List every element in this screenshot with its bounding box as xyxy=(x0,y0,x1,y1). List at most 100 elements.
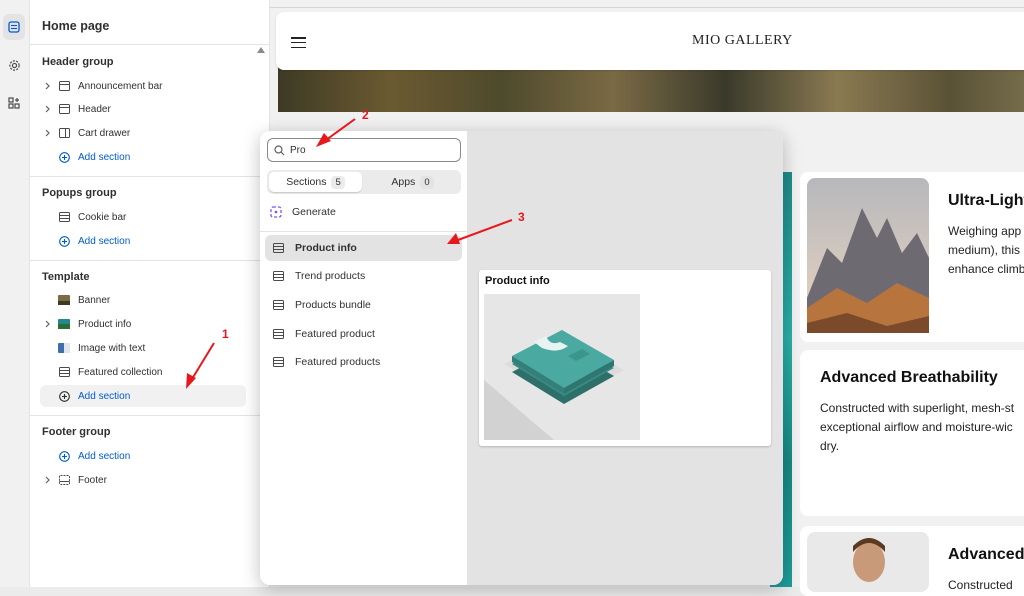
preview-top-border xyxy=(270,7,1024,8)
section-item-label: Product info xyxy=(78,318,132,330)
section-item-label: Image with text xyxy=(78,342,146,354)
section-item-announcement-bar[interactable]: Announcement bar xyxy=(40,75,246,97)
scroll-up-arrow-icon[interactable] xyxy=(257,47,265,53)
sections-icon[interactable] xyxy=(3,14,25,40)
section-item-cart-drawer[interactable]: Cart drawer xyxy=(40,122,246,144)
divider xyxy=(30,260,270,261)
chevron-right-icon[interactable] xyxy=(40,82,56,90)
section-item-label: Cart drawer xyxy=(78,127,131,139)
section-item-header[interactable]: Header xyxy=(40,98,246,120)
plus-circle-icon xyxy=(56,235,72,247)
page-title: Home page xyxy=(42,19,110,33)
section-item-featured-collection[interactable]: Featured collection xyxy=(40,361,246,383)
result-featured-products[interactable]: Featured products xyxy=(265,349,462,375)
add-section-button-header[interactable]: Add section xyxy=(40,146,246,168)
section-icon xyxy=(56,475,72,485)
result-products-bundle[interactable]: Products bundle xyxy=(265,292,462,318)
section-item-label: Featured collection xyxy=(78,366,163,378)
card-text: Weighing app medium), this enhance climb xyxy=(948,224,1024,276)
feature-card: Ultra-Light Weighing app medium), this e… xyxy=(800,172,1024,342)
annotation-number: 3 xyxy=(518,210,525,224)
section-item-cookie-bar[interactable]: Cookie bar xyxy=(40,206,246,228)
divider xyxy=(30,176,270,177)
section-item-label: Cookie bar xyxy=(78,211,127,223)
count-badge: 0 xyxy=(420,175,434,189)
card-title: Advanced xyxy=(948,546,1024,563)
section-icon xyxy=(271,300,285,310)
card-title: Advanced Breathability xyxy=(820,369,998,386)
picker-tabs: Sections 5 Apps 0 xyxy=(267,170,461,194)
add-section-label: Add section xyxy=(78,390,131,402)
section-item-footer[interactable]: Footer xyxy=(40,469,246,491)
banner-thumbnail-icon xyxy=(56,295,72,305)
menu-icon[interactable] xyxy=(291,37,306,52)
plus-circle-icon xyxy=(56,151,72,163)
section-item-banner[interactable]: Banner xyxy=(40,289,246,311)
search-icon xyxy=(268,144,290,156)
search-input[interactable]: Pro xyxy=(267,138,461,162)
section-icon xyxy=(271,271,285,281)
add-section-button-footer[interactable]: Add section xyxy=(40,445,246,467)
card-text: Constructed with superlight, mesh-st exc… xyxy=(820,401,1015,453)
section-item-product-info[interactable]: Product info xyxy=(40,313,246,335)
result-product-info[interactable]: Product info xyxy=(265,235,462,261)
section-item-label: Footer xyxy=(78,474,107,486)
hero-banner-image xyxy=(278,66,1024,112)
tab-label: Apps xyxy=(391,176,416,188)
popups-group-heading: Popups group xyxy=(42,187,117,199)
store-header: MIO GALLERY xyxy=(276,12,1024,70)
chevron-right-icon[interactable] xyxy=(40,320,56,328)
person-image xyxy=(807,532,929,592)
editor-rail xyxy=(0,0,30,587)
result-label: Trend products xyxy=(295,270,366,282)
section-icon xyxy=(271,357,285,367)
feature-card: Advanced Breathability Constructed with … xyxy=(800,350,1024,516)
mountain-image xyxy=(807,178,929,333)
store-brand-logo[interactable]: MIO GALLERY xyxy=(692,33,793,49)
card-text: Constructed xyxy=(948,578,1013,592)
result-label: Featured product xyxy=(295,328,375,340)
divider xyxy=(260,231,467,232)
chevron-right-icon[interactable] xyxy=(40,105,56,113)
generate-label: Generate xyxy=(292,206,336,218)
result-featured-product[interactable]: Featured product xyxy=(265,321,462,347)
plus-circle-icon xyxy=(56,450,72,462)
result-label: Featured products xyxy=(295,356,381,368)
gear-icon[interactable] xyxy=(3,52,25,78)
chevron-right-icon[interactable] xyxy=(40,476,56,484)
add-section-button-popups[interactable]: Add section xyxy=(40,230,246,252)
divider xyxy=(30,44,270,45)
template-group-heading: Template xyxy=(42,271,90,283)
section-icon xyxy=(56,367,72,377)
section-icon xyxy=(271,329,285,339)
section-icon xyxy=(56,81,72,91)
annotation-number: 2 xyxy=(362,108,369,122)
chevron-right-icon[interactable] xyxy=(40,129,56,137)
add-section-label: Add section xyxy=(78,151,131,163)
search-value: Pro xyxy=(290,144,306,156)
section-icon xyxy=(56,128,72,138)
section-icon xyxy=(56,212,72,222)
section-icon xyxy=(271,243,285,253)
plus-circle-icon xyxy=(56,390,72,402)
tab-sections[interactable]: Sections 5 xyxy=(269,172,362,192)
section-item-image-with-text[interactable]: Image with text xyxy=(40,337,246,359)
apps-icon[interactable] xyxy=(3,90,25,116)
preview-title: Product info xyxy=(485,275,550,287)
section-item-label: Banner xyxy=(78,294,111,306)
section-item-label: Announcement bar xyxy=(78,80,163,92)
add-section-button-template[interactable]: Add section xyxy=(40,385,246,407)
result-trend-products[interactable]: Trend products xyxy=(265,263,462,289)
card-title: Ultra-Light xyxy=(948,192,1024,209)
add-section-label: Add section xyxy=(78,235,131,247)
generate-button[interactable]: Generate xyxy=(270,203,336,221)
result-label: Product info xyxy=(295,242,357,254)
sections-sidebar: Home page Header group Announcement bar … xyxy=(30,0,270,587)
sparkle-frame-icon xyxy=(270,206,284,218)
tab-apps[interactable]: Apps 0 xyxy=(366,172,459,192)
tshirt-stack-illustration xyxy=(484,294,640,440)
annotation-number: 1 xyxy=(222,327,229,341)
divider xyxy=(30,415,270,416)
feature-card: Advanced Constructed xyxy=(800,526,1024,596)
footer-group-heading: Footer group xyxy=(42,426,111,438)
